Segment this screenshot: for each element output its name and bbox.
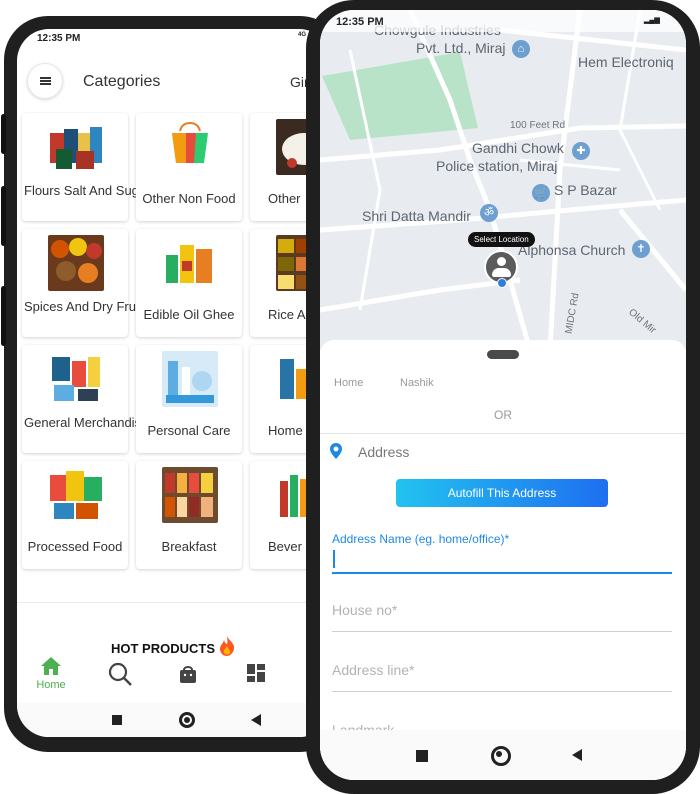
category-label: Personal Care xyxy=(147,423,231,438)
category-label: Flours Salt And Sugar xyxy=(24,183,151,198)
category-card[interactable]: Breakfast xyxy=(136,461,242,569)
processed-food-image xyxy=(48,467,104,523)
map-label: 100 Feet Rd xyxy=(510,120,566,131)
app-bar: Categories Gir xyxy=(17,57,331,113)
category-card[interactable]: Spices And Dry Fruits xyxy=(22,229,149,337)
keeraana-logo xyxy=(162,119,218,175)
hamburger-icon xyxy=(39,80,51,82)
field-underline xyxy=(332,572,672,574)
poi-marker-icon[interactable]: ⌂ xyxy=(512,40,530,58)
saved-address-chip[interactable]: Home xyxy=(334,377,363,389)
system-navigation-bar xyxy=(320,730,686,780)
status-bar: 12:35 PM 4G xyxy=(17,29,331,57)
category-label: Other Non Food xyxy=(142,191,236,206)
home-system-icon[interactable] xyxy=(491,746,511,766)
breakfast-image xyxy=(162,467,218,523)
network-indicator: 4G xyxy=(298,32,307,38)
oil-ghee-image xyxy=(162,235,218,291)
side-button xyxy=(1,114,6,154)
house-no-placeholder: House no* xyxy=(332,602,398,618)
side-button xyxy=(1,286,6,346)
recents-icon[interactable] xyxy=(112,715,122,725)
page-title: Categories xyxy=(83,73,161,90)
map-label: Hem Electroniq xyxy=(578,54,674,70)
police-icon[interactable]: ✚ xyxy=(572,142,590,160)
category-card[interactable]: Flours Salt And Sugar xyxy=(22,113,151,221)
church-icon[interactable]: ✝ xyxy=(632,240,650,258)
system-navigation-bar xyxy=(17,703,331,737)
or-separator: OR xyxy=(494,408,512,422)
map-label: Shri Datta Mandir xyxy=(362,208,471,224)
personal-care-image xyxy=(162,351,218,407)
flour-products-image xyxy=(48,119,104,175)
map-view[interactable]: Chowgule Industries Pvt. Ltd., Miraj ⌂ H… xyxy=(320,10,686,350)
select-location-tooltip: Select Location xyxy=(468,232,535,247)
map-label: Pvt. Ltd., Miraj xyxy=(416,40,506,56)
nav-search[interactable] xyxy=(95,655,145,703)
category-label: Breakfast xyxy=(161,539,217,554)
side-button xyxy=(1,186,6,246)
nav-home-label: Home xyxy=(36,679,66,691)
address-search-row[interactable]: Address xyxy=(320,433,686,467)
saved-address-chip[interactable]: Nashik xyxy=(400,377,434,389)
status-time: 12:35 PM xyxy=(37,33,81,44)
front-phone-frame: Chowgule Industries Pvt. Ltd., Miraj ⌂ H… xyxy=(306,0,700,794)
spices-image xyxy=(48,235,104,291)
sheet-drag-handle[interactable] xyxy=(487,350,519,359)
status-bar: 12:35 PM ▂▄▆ xyxy=(320,10,686,32)
status-time: 12:35 PM xyxy=(336,16,384,28)
location-marker-icon xyxy=(330,443,342,459)
back-icon[interactable] xyxy=(251,714,261,726)
house-no-field[interactable]: House no* xyxy=(332,592,672,632)
recents-icon[interactable] xyxy=(416,750,428,762)
category-card[interactable]: General Merchandise xyxy=(22,345,149,453)
home-system-icon[interactable] xyxy=(179,712,195,728)
nav-orders[interactable] xyxy=(163,655,213,703)
map-label: Gandhi Chowk xyxy=(472,140,564,156)
front-phone-screen: Chowgule Industries Pvt. Ltd., Miraj ⌂ H… xyxy=(320,10,686,780)
bottom-navigation: Home xyxy=(17,655,331,703)
map-label: S P Bazar xyxy=(554,182,617,198)
address-name-label: Address Name (eg. home/office)* xyxy=(332,532,510,546)
map-label: Police station, Miraj xyxy=(436,158,558,174)
text-cursor xyxy=(333,550,335,568)
current-location-icon xyxy=(497,278,507,288)
home-icon xyxy=(41,657,61,675)
address-label: Address xyxy=(358,444,410,460)
menu-button[interactable] xyxy=(27,63,63,99)
category-label: Processed Food xyxy=(27,539,123,554)
address-line-placeholder: Address line* xyxy=(332,662,415,678)
shopping-cart-icon[interactable]: 🛒 xyxy=(532,184,550,202)
category-card[interactable]: Personal Care xyxy=(136,345,242,453)
address-line-field[interactable]: Address line* xyxy=(332,652,672,692)
category-card[interactable]: Edible Oil Ghee xyxy=(136,229,242,337)
category-label: Edible Oil Ghee xyxy=(143,307,235,322)
field-underline xyxy=(332,631,672,632)
search-icon xyxy=(108,662,132,686)
stage: 12:35 PM 4G Categories Gir Flours Salt A… xyxy=(0,0,700,794)
address-bottom-sheet: Home Nashik OR Address Autofill This Add… xyxy=(320,340,686,780)
category-card[interactable]: Other Non Food xyxy=(136,113,242,221)
address-name-field[interactable]: Address Name (eg. home/office)* xyxy=(332,532,672,574)
field-underline xyxy=(332,691,672,692)
hot-products-label: HOT PRODUCTS xyxy=(111,641,215,656)
shopping-bag-icon xyxy=(180,666,196,683)
category-label: General Merchandise xyxy=(24,415,149,430)
category-label: Spices And Dry Fruits xyxy=(24,299,149,314)
autofill-address-button[interactable]: Autofill This Address xyxy=(396,479,608,507)
back-phone-frame: 12:35 PM 4G Categories Gir Flours Salt A… xyxy=(1,16,344,752)
category-card[interactable]: Processed Food xyxy=(22,461,128,569)
nav-dashboard[interactable] xyxy=(231,655,281,703)
nav-home[interactable]: Home xyxy=(26,655,76,703)
dashboard-icon xyxy=(247,664,265,682)
back-icon[interactable] xyxy=(572,749,582,761)
temple-icon[interactable]: ॐ xyxy=(480,204,498,222)
map-label: Alphonsa Church xyxy=(518,242,626,258)
general-merchandise-image xyxy=(48,351,104,407)
signal-icon: ▂▄▆ xyxy=(644,17,660,24)
divider xyxy=(17,602,331,603)
back-phone-screen: 12:35 PM 4G Categories Gir Flours Salt A… xyxy=(17,29,331,737)
